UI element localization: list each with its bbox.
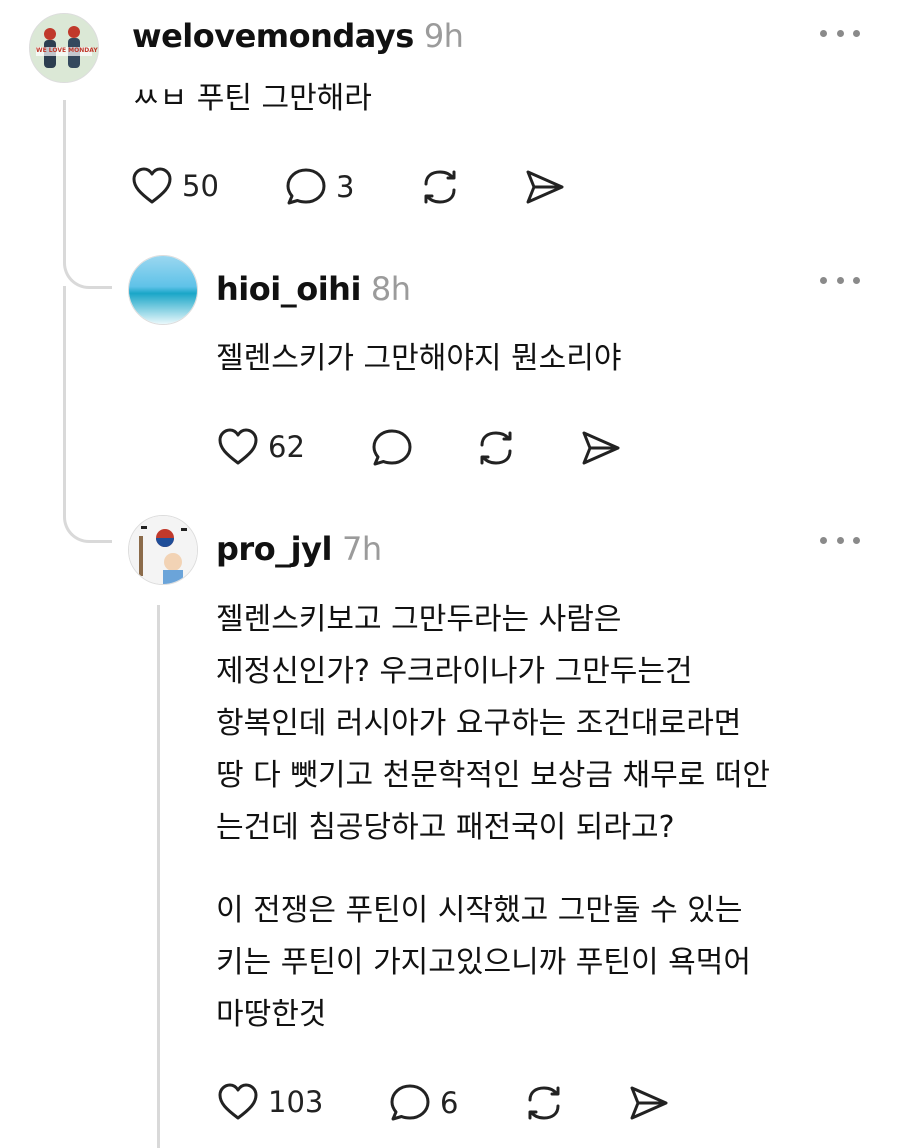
speech-bubble-icon xyxy=(372,429,412,466)
more-dots-icon[interactable] xyxy=(820,532,860,548)
repost-button[interactable] xyxy=(474,427,518,469)
avatar[interactable] xyxy=(128,255,198,325)
share-button[interactable] xyxy=(578,427,622,469)
comment-text-paragraph-2: 이 전쟁은 푸틴이 시작했고 그만둘 수 있는 키는 푸틴이 가지고있으니까 푸… xyxy=(216,893,751,1032)
speech-bubble-icon xyxy=(286,168,326,205)
thread-line-reply-2 xyxy=(157,605,160,1148)
repost-icon xyxy=(424,170,456,204)
reply-button[interactable]: 3 xyxy=(284,166,354,208)
reply-button[interactable] xyxy=(370,427,414,469)
repost-icon xyxy=(480,431,512,465)
thread-connector-reply-2 xyxy=(63,500,112,543)
thread-connector-reply-1 xyxy=(63,250,112,289)
username-text[interactable]: welovemondays xyxy=(132,17,414,55)
username[interactable]: pro_jyl 7h xyxy=(216,530,382,568)
repost-icon xyxy=(528,1086,560,1120)
send-icon xyxy=(526,170,564,204)
timestamp: 7h xyxy=(341,530,382,568)
thread-line-main xyxy=(63,100,66,260)
like-button[interactable]: 50 xyxy=(130,166,219,206)
repost-button[interactable] xyxy=(522,1082,566,1124)
username[interactable]: hioi_oihi 8h xyxy=(216,270,411,308)
send-icon xyxy=(582,431,620,465)
share-button[interactable] xyxy=(626,1082,670,1124)
more-dots-icon[interactable] xyxy=(820,25,860,41)
share-button[interactable] xyxy=(522,166,566,208)
username-text[interactable]: hioi_oihi xyxy=(216,270,361,308)
timestamp: 9h xyxy=(423,17,464,55)
timestamp: 8h xyxy=(370,270,411,308)
like-count: 103 xyxy=(268,1085,324,1119)
heart-icon xyxy=(132,167,172,204)
avatar-label: WE LOVE MONDAY xyxy=(36,47,98,54)
heart-icon xyxy=(218,1083,258,1120)
like-button[interactable]: 62 xyxy=(216,427,305,467)
send-icon xyxy=(630,1086,668,1120)
username-text[interactable]: pro_jyl xyxy=(216,530,332,568)
reply-count: 6 xyxy=(440,1086,459,1120)
comment-text: 젤렌스키보고 그만두라는 사람은 제정신인가? 우크라이나가 그만두는건 항복인… xyxy=(216,602,771,845)
avatar[interactable] xyxy=(128,515,198,585)
avatar-image xyxy=(129,516,197,584)
comment-text: ㅆㅂ 푸틴 그만해라 xyxy=(132,81,372,116)
like-count: 62 xyxy=(268,430,305,464)
speech-bubble-icon xyxy=(390,1084,430,1121)
avatar[interactable]: WE LOVE MONDAY xyxy=(29,13,99,83)
like-count: 50 xyxy=(182,169,219,203)
repost-button[interactable] xyxy=(418,166,462,208)
more-dots-icon[interactable] xyxy=(820,272,860,288)
username[interactable]: welovemondays 9h xyxy=(132,17,464,55)
like-button[interactable]: 103 xyxy=(216,1082,323,1122)
heart-icon xyxy=(218,428,258,465)
thread-line-main-lower xyxy=(63,286,66,506)
avatar-image xyxy=(129,256,197,324)
reply-button[interactable]: 6 xyxy=(388,1082,458,1124)
reply-count: 3 xyxy=(336,170,355,204)
comment-text: 젤렌스키가 그만해야지 뭔소리야 xyxy=(216,341,622,376)
